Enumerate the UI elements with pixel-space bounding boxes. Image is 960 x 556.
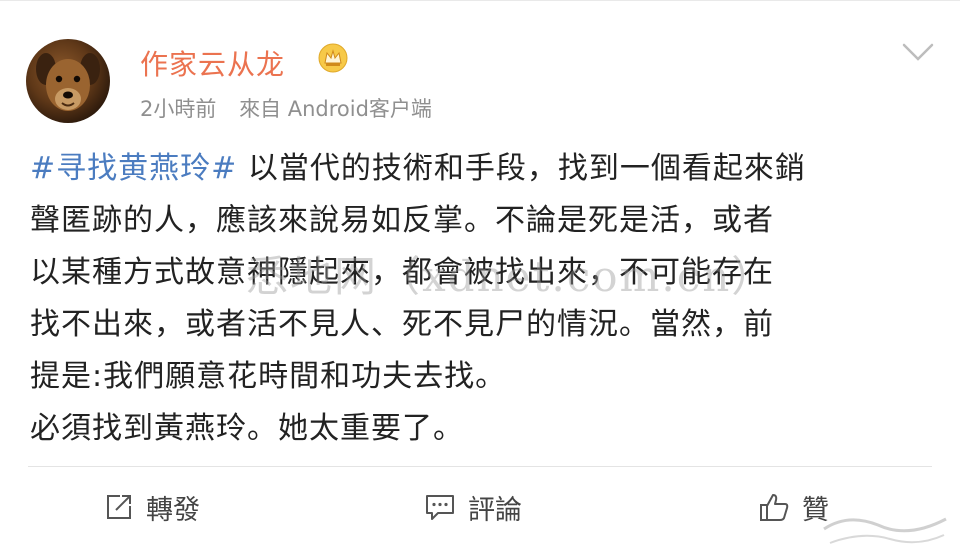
post-source: 來自 Android客户端 [239,97,432,121]
dog-avatar-image [36,53,100,111]
thumbs-up-icon [760,494,789,521]
divider [28,466,932,467]
corner-logo-mark [823,517,947,544]
post-line: #寻找黄燕玲# 以當代的技術和手段，找到一個看起來銷 [30,151,806,186]
post-line: 找不出來，或者活不見人、死不見尸的情況。當然，前 [30,307,774,342]
crown-badge-icon[interactable] [318,43,348,73]
hashtag-link[interactable]: #寻找黄燕玲# [30,151,237,186]
comment-button[interactable]: 評論 [424,487,522,527]
watermark: 悉地网（xdnet.com.cn） [246,252,776,301]
post-time[interactable]: 2小時前 [140,97,216,121]
repost-button[interactable]: 轉發 [104,487,200,527]
repost-icon [107,495,131,519]
comment-label: 評論 [468,494,522,526]
comment-icon [426,495,454,520]
weibo-post-card: 作家云从龙 2小時前 來自 Android客户端 #寻找黄燕玲# 以當代的技術和… [0,0,960,556]
repost-label: 轉發 [146,494,200,526]
chevron-down-icon[interactable] [900,39,936,65]
post-line: 必須找到黃燕玲。她太重要了。 [30,411,464,446]
post-line: 聲匿跡的人，應該來說易如反掌。不論是死是活，或者 [30,203,774,238]
avatar[interactable] [26,39,110,123]
author-name[interactable]: 作家云从龙 [140,43,285,83]
post-meta: 2小時前 來自 Android客户端 [140,93,432,123]
post-line: 提是:我們願意花時間和功夫去找。 [30,359,507,394]
